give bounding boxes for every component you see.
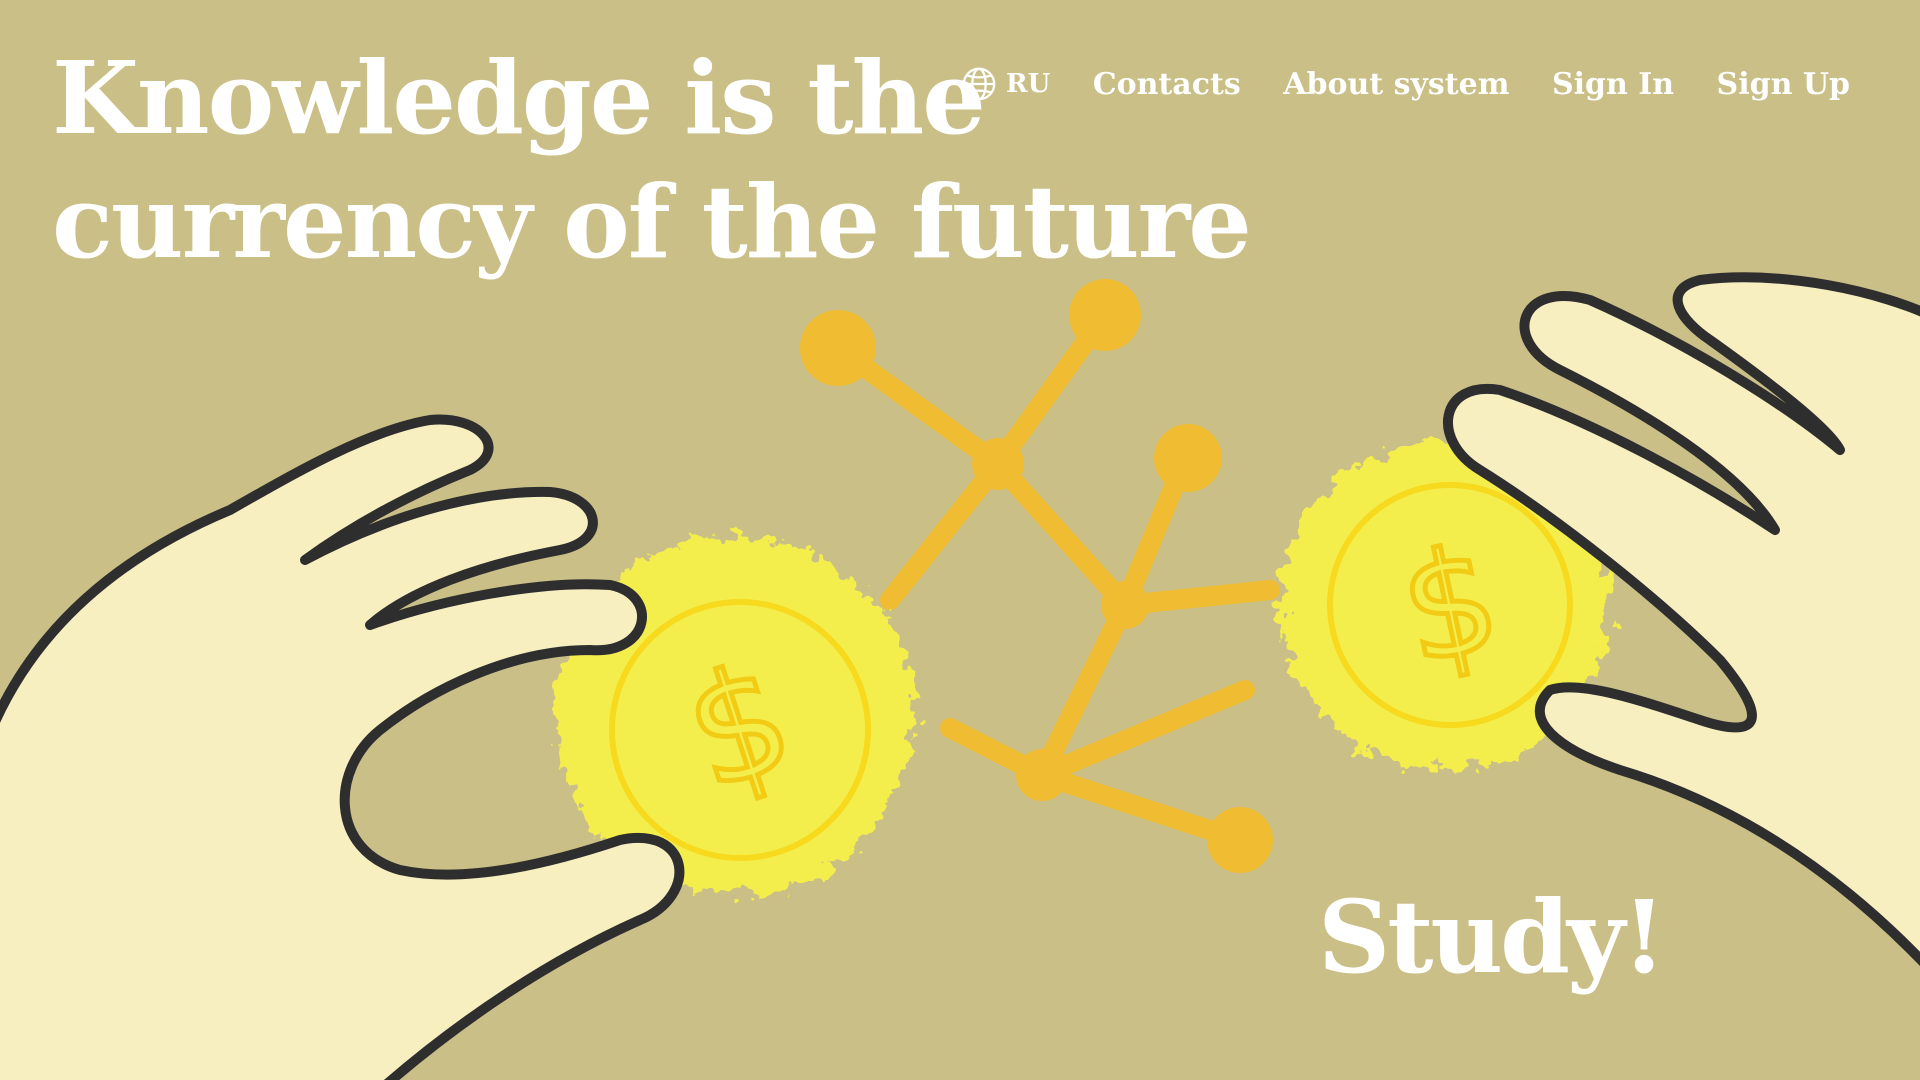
globe-icon — [962, 67, 996, 101]
nav-about-system-link[interactable]: About system — [1283, 67, 1509, 102]
nav-contacts-link[interactable]: Contacts — [1093, 67, 1241, 102]
language-switcher[interactable]: RU — [960, 65, 1050, 103]
sign-up-link[interactable]: Sign Up — [1717, 67, 1850, 102]
hero-title-line-2: currency of the future — [52, 163, 1252, 281]
top-navigation: RU Contacts About system Sign In Sign Up — [960, 62, 1850, 106]
sign-in-link[interactable]: Sign In — [1552, 67, 1674, 102]
language-label: RU — [1006, 69, 1051, 99]
study-cta-button[interactable]: Study! — [1318, 878, 1666, 996]
